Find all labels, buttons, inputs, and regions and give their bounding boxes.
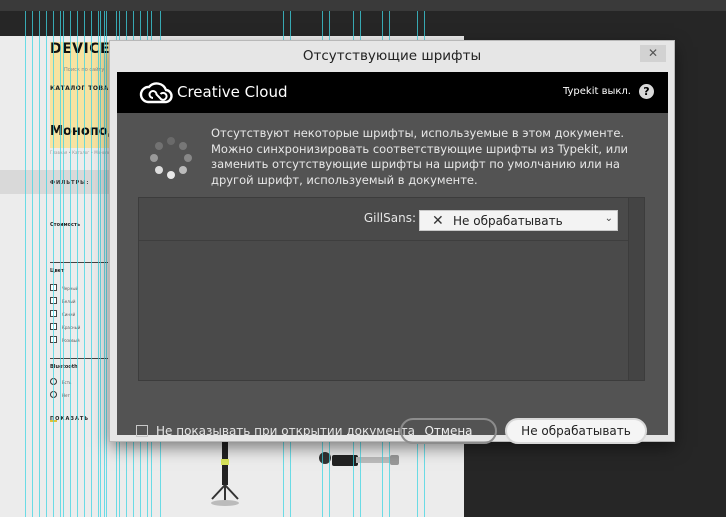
color-option: Красный — [62, 325, 81, 330]
show-underline — [50, 420, 57, 422]
bluetooth-radio — [50, 378, 57, 385]
color-option: Розовый — [62, 338, 80, 343]
brand-label: Creative Cloud — [177, 83, 288, 101]
cc-header: Creative Cloud Typekit выкл. ? — [117, 72, 668, 113]
missing-fonts-message: Отсутствуют некоторые шрифты, используем… — [211, 126, 629, 187]
list-scrollbar[interactable] — [628, 198, 644, 380]
cancel-button[interactable]: Отмена — [400, 418, 497, 444]
search-placeholder: Поиск по сайту — [64, 67, 105, 73]
color-option: Белый — [62, 299, 76, 304]
x-icon: ✕ — [432, 213, 444, 229]
color-checkbox — [50, 297, 57, 304]
selfie-stick-image — [319, 452, 399, 466]
dialog-title: Отсутствующие шрифты — [302, 48, 482, 64]
bluetooth-label: Bluetooth — [50, 364, 78, 370]
fonts-list: GillSans: ✕ Не обрабатывать ⌄ — [138, 197, 645, 381]
color-label: Цвет — [50, 268, 65, 274]
site-logo: DEVICE — [50, 41, 111, 57]
dialog-body: Creative Cloud Typekit выкл. ? Отсутству… — [117, 72, 668, 444]
font-action-value: Не обрабатывать — [453, 214, 563, 228]
missing-fonts-dialog: Отсутствующие шрифты ✕ Creative Cloud Ty… — [110, 41, 674, 444]
dont-show-checkbox[interactable] — [136, 425, 148, 437]
price-label: Стоимость — [50, 222, 81, 228]
font-action-select[interactable]: ✕ Не обрабатывать ⌄ — [419, 210, 618, 231]
skip-button[interactable]: Не обрабатывать — [505, 418, 647, 444]
close-button[interactable]: ✕ — [640, 45, 666, 62]
help-icon[interactable]: ? — [639, 84, 654, 99]
bluetooth-option: Есть — [62, 380, 72, 385]
bluetooth-radio — [50, 391, 57, 398]
creative-cloud-icon — [139, 82, 173, 104]
breadcrumb: Главная • Каталог • Моноподы — [50, 150, 117, 155]
dont-show-label[interactable]: Не показывать при открытии документа — [156, 424, 415, 438]
font-row: GillSans: ✕ Не обрабатывать ⌄ — [139, 198, 629, 241]
color-option: Черный — [62, 286, 79, 291]
monopod-image — [211, 437, 239, 506]
chevron-down-icon: ⌄ — [604, 213, 613, 224]
color-checkbox — [50, 310, 57, 317]
color-checkbox — [50, 323, 57, 330]
color-option: Синий — [62, 312, 76, 317]
close-icon: ✕ — [647, 46, 659, 60]
divider — [50, 358, 108, 359]
divider — [50, 262, 108, 263]
font-name: GillSans: — [363, 211, 416, 225]
typekit-status: Typekit выкл. — [562, 86, 631, 97]
app-top-bar — [0, 0, 726, 11]
color-checkbox — [50, 284, 57, 291]
color-checkbox — [50, 336, 57, 343]
spinner-icon — [150, 137, 192, 179]
filter-label: ФИЛЬТРЫ: — [50, 180, 90, 186]
bluetooth-option: Нет — [62, 393, 70, 398]
